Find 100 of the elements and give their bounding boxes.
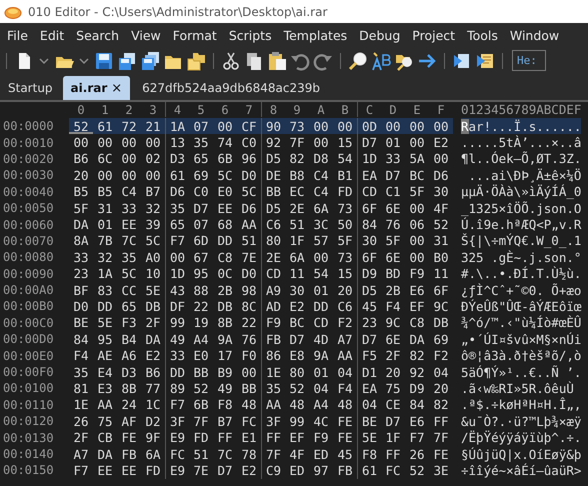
hex-byte[interactable]: 33 [381,150,405,168]
hex-byte[interactable]: D5 [357,282,381,298]
hex-byte[interactable]: 72 [117,118,141,134]
hex-byte[interactable]: E6 [405,282,429,298]
hex-byte[interactable]: F4 [333,380,357,397]
hex-byte[interactable]: BE [69,314,93,332]
hex-byte[interactable]: 1D [357,150,381,168]
hex-byte[interactable]: E2 [429,134,453,151]
hex-byte[interactable]: 00 [117,150,141,168]
hex-byte[interactable]: A0 [141,249,165,266]
hex-byte[interactable]: 2F [141,314,165,332]
hex-byte[interactable]: 6F [357,200,381,216]
hex-byte[interactable]: 39 [141,216,165,233]
hex-byte[interactable]: 48 [285,396,309,414]
hex-byte[interactable]: E9 [165,429,189,446]
hex-byte[interactable]: C4 [309,167,333,184]
hex-byte[interactable]: 54 [309,266,333,282]
hex-byte[interactable]: 31 [429,232,453,250]
hex-byte[interactable]: 61 [165,167,189,184]
hex-byte[interactable]: F7 [405,429,429,446]
hex-byte[interactable]: DB [213,298,237,315]
hex-byte[interactable]: AA [333,347,357,364]
hex-byte[interactable]: F8 [357,446,381,462]
hex-byte[interactable]: F3 [117,314,141,332]
hex-byte[interactable]: 00 [381,118,405,134]
hex-byte[interactable]: 95 [93,331,117,348]
hex-byte[interactable]: BE [357,413,381,430]
hex-byte[interactable]: 20 [333,282,357,298]
hex-byte[interactable]: 35 [189,134,213,151]
floppy-disks-icon[interactable] [117,50,137,70]
hex-byte[interactable]: FD [141,462,165,479]
hex-byte[interactable]: 3E [429,462,453,479]
hex-byte[interactable]: 8A [69,232,93,250]
hex-byte[interactable]: 10 [141,266,165,282]
hex-byte[interactable]: 01 [309,282,333,298]
hex-byte[interactable]: 04 [357,396,381,414]
hex-byte[interactable]: FC [165,446,189,462]
hex-byte[interactable]: 00 [165,249,189,266]
hex-byte[interactable]: 6A [141,446,165,462]
hex-byte[interactable]: C6 [333,298,357,315]
hex-byte[interactable]: 1F [285,232,309,250]
hex-byte[interactable]: 5C [117,266,141,282]
hex-byte[interactable]: 67 [189,249,213,266]
hex-byte[interactable]: 68 [213,216,237,233]
hex-byte[interactable]: F9 [405,266,429,282]
hex-byte[interactable]: 9A [309,347,333,364]
hex-byte[interactable]: A4 [309,396,333,414]
hex-byte[interactable]: 7F [285,134,309,151]
hex-byte[interactable]: 20 [381,364,405,380]
hex-byte[interactable]: FB [117,446,141,462]
hex-byte[interactable]: 7F [189,413,213,430]
hex-byte[interactable]: 73 [333,200,357,216]
hex-byte[interactable]: 00 [429,150,453,168]
hex-byte[interactable]: 11 [429,266,453,282]
copy-icon[interactable] [244,50,264,70]
hex-byte[interactable]: FF [429,413,453,430]
hex-byte[interactable]: F4 [381,298,405,315]
hex-byte[interactable]: EE [213,200,237,216]
hex-byte[interactable]: BB [261,184,285,200]
hex-byte[interactable]: 61 [357,462,381,479]
hex-byte[interactable]: D7 [357,134,381,151]
hex-byte[interactable]: AA [237,216,261,233]
hex-byte[interactable]: 13 [165,134,189,151]
hex-byte[interactable]: 06 [405,216,429,233]
hex-byte[interactable]: 5A [405,150,429,168]
hex-byte[interactable]: 35 [117,249,141,266]
hex-byte[interactable]: DD [165,364,189,380]
hex-byte[interactable]: 2B [381,282,405,298]
hex-byte[interactable]: E3 [93,380,117,397]
hex-byte[interactable]: 84 [357,216,381,233]
hex-byte[interactable]: 78 [237,446,261,462]
hex-byte[interactable]: 6E [381,331,405,348]
hex-byte[interactable]: AF [117,413,141,430]
hex-byte[interactable]: 32 [141,200,165,216]
hex-byte[interactable]: 65 [117,298,141,315]
hex-byte[interactable]: 7B [93,232,117,250]
hex-byte[interactable]: 26 [405,446,429,462]
hex-byte[interactable]: B8 [285,167,309,184]
hex-byte[interactable]: CC [117,282,141,298]
input-field[interactable]: He: [512,50,546,71]
hex-byte[interactable]: 52 [429,216,453,233]
hex-byte[interactable]: B4 [117,331,141,348]
hex-byte[interactable]: 00 [141,134,165,151]
hex-byte[interactable]: 00 [405,200,429,216]
hex-byte[interactable]: 5E [357,429,381,446]
hex-byte[interactable]: 82 [285,150,309,168]
hex-byte[interactable]: A7 [69,446,93,462]
hex-byte[interactable]: 2E [261,249,285,266]
hex-byte[interactable]: FB [333,462,357,479]
hex-byte[interactable]: 32 [93,249,117,266]
menu-item[interactable]: Scripts [222,28,278,42]
hex-byte[interactable]: 00 [405,232,429,250]
hex-byte[interactable]: 92 [261,134,285,151]
menu-item[interactable]: Search [70,28,126,42]
hex-byte[interactable]: 6F [357,249,381,266]
hex-byte[interactable]: 81 [69,380,93,397]
hex-byte[interactable]: 76 [237,331,261,348]
hex-byte[interactable]: 51 [189,446,213,462]
hex-byte[interactable]: 7E [189,462,213,479]
hex-byte[interactable]: 00 [309,134,333,151]
